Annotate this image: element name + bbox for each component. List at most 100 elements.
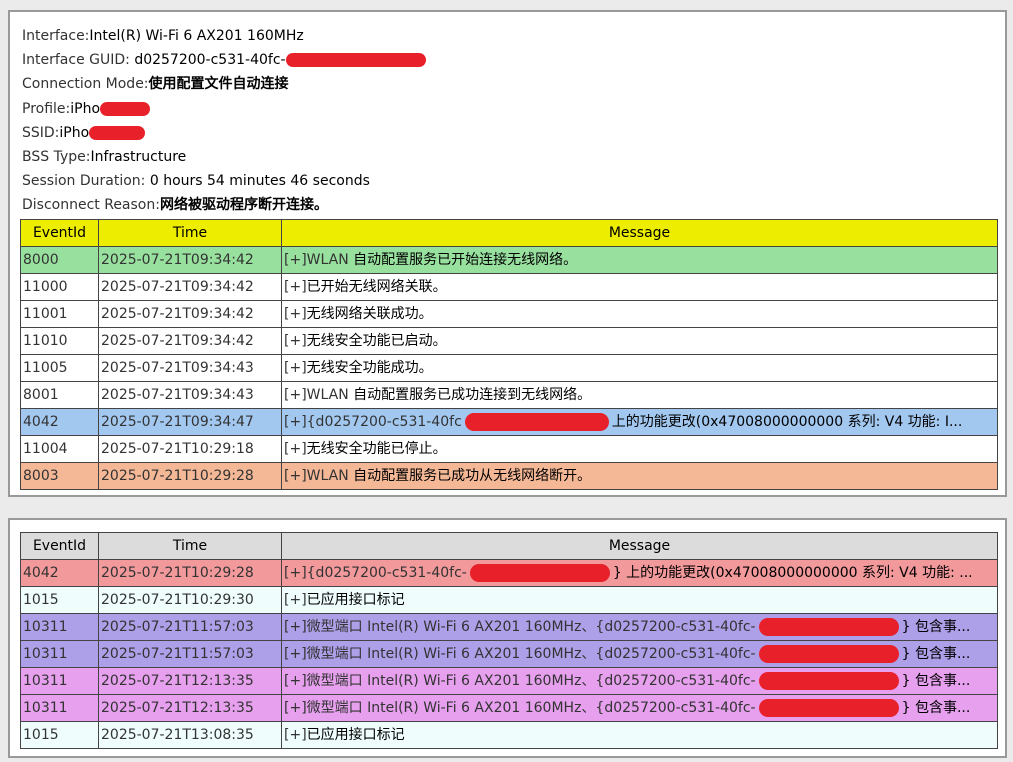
table-row[interactable]: 10311 2025-07-21T12:13:35 [+]微型端口 Intel(R)… [20,694,998,722]
event-table-1: EventId Time Message 8000 2025-07-21T09:3… [20,219,998,490]
message-prefix: [+]微型端口 Intel(R) Wi-Fi 6 AX201 160MHz、{d… [284,619,756,635]
table-row[interactable]: 1015 2025-07-21T10:29:30 [+]已应用接口标记 [20,586,998,614]
table-row[interactable]: 11001 2025-07-21T09:34:42 [+]无线网络关联成功。 [20,300,998,328]
info-line: BSS Type:Infrastructure [22,145,426,169]
cell-eventid: 11005 [20,354,99,382]
cell-message: [+]微型端口 Intel(R) Wi-Fi 6 AX201 160MHz、{d… [281,694,998,722]
info-line: Disconnect Reason:网络被驱动程序断开连接。 [22,193,426,217]
info-line: Profile:iPho [22,97,426,121]
cell-message: [+]WLAN 自动配置服务已成功连接到无线网络。 [281,381,998,409]
cell-time: 2025-07-21T11:57:03 [98,613,282,641]
cell-message: [+]{d0257200-c531-40fc 上的功能更改(0x470080000… [281,408,998,436]
message-text: } 包含事... [901,700,971,716]
cell-message: [+]无线安全功能成功。 [281,354,998,382]
col-header-eventid[interactable]: EventId [20,219,99,247]
table-row[interactable]: 8000 2025-07-21T09:34:42 [+]WLAN 自动配置服务已开始… [20,246,998,274]
cell-time: 2025-07-21T09:34:47 [98,408,282,436]
cell-message: [+]微型端口 Intel(R) Wi-Fi 6 AX201 160MHz、{d… [281,640,998,668]
cell-message: [+]WLAN 自动配置服务已开始连接无线网络。 [281,246,998,274]
col-header-time[interactable]: Time [98,532,282,560]
message-prefix: [+]微型端口 Intel(R) Wi-Fi 6 AX201 160MHz、{d… [284,673,756,689]
message-prefix: [+]WLAN [284,468,354,484]
cell-message: [+]无线网络关联成功。 [281,300,998,328]
cell-time: 2025-07-21T09:34:43 [98,354,282,382]
table-row[interactable]: 4042 2025-07-21T10:29:28 [+]{d0257200-c531… [20,559,998,587]
cell-time: 2025-07-21T11:57:03 [98,640,282,668]
event-table-2: EventId Time Message 4042 2025-07-21T10:2… [20,532,998,749]
table-row[interactable]: 1015 2025-07-21T13:08:35 [+]已应用接口标记 [20,721,998,749]
table-row[interactable]: 11010 2025-07-21T09:34:42 [+]无线安全功能已启动。 [20,327,998,355]
cell-message: [+]无线安全功能已启动。 [281,327,998,355]
cell-eventid: 11000 [20,273,99,301]
cell-time: 2025-07-21T10:29:30 [98,586,282,614]
message-prefix: [+]{d0257200-c531-40fc- [284,565,467,581]
table-header-row: EventId Time Message [20,532,998,560]
table-header-row: EventId Time Message [20,219,998,247]
table-row[interactable]: 10311 2025-07-21T11:57:03 [+]微型端口 Intel(R)… [20,613,998,641]
redaction-mark [758,645,899,663]
redaction-mark [100,101,151,116]
message-text: 已应用接口标记 [306,727,405,743]
message-text: 已应用接口标记 [306,592,405,608]
message-text: } 包含事... [901,646,971,662]
cell-eventid: 11010 [20,327,99,355]
col-header-message[interactable]: Message [281,532,998,560]
events-panel: EventId Time Message 4042 2025-07-21T10:2… [8,518,1007,758]
cell-message: [+]微型端口 Intel(R) Wi-Fi 6 AX201 160MHz、{d… [281,667,998,695]
cell-time: 2025-07-21T09:34:42 [98,327,282,355]
cell-message: [+]微型端口 Intel(R) Wi-Fi 6 AX201 160MHz、{d… [281,613,998,641]
message-prefix: [+] [284,592,307,608]
cell-eventid: 4042 [20,408,99,436]
cell-message: [+]{d0257200-c531-40fc- } 上的功能更改(0x470080… [281,559,998,587]
table-row[interactable]: 8003 2025-07-21T10:29:28 [+]WLAN 自动配置服务已成功… [20,462,998,490]
interface-info: Interface:Intel(R) Wi-Fi 6 AX201 160MHz I… [22,24,426,218]
redaction-mark [758,672,899,690]
col-header-message[interactable]: Message [281,219,998,247]
table-row[interactable]: 4042 2025-07-21T09:34:47 [+]{d0257200-c531… [20,408,998,436]
cell-eventid: 8001 [20,381,99,409]
col-header-eventid[interactable]: EventId [20,532,99,560]
table-row[interactable]: 8001 2025-07-21T09:34:43 [+]WLAN 自动配置服务已成功… [20,381,998,409]
message-text: 已开始无线网络关联。 [306,279,447,295]
cell-eventid: 8000 [20,246,99,274]
info-value: Intel(R) Wi-Fi 6 AX201 160MHz [89,28,304,44]
cell-message: [+]无线安全功能已停止。 [281,435,998,463]
cell-time: 2025-07-21T10:29:28 [98,462,282,490]
cell-eventid: 10311 [20,640,99,668]
table-row[interactable]: 11000 2025-07-21T09:34:42 [+]已开始无线网络关联。 [20,273,998,301]
message-prefix: [+]WLAN [284,387,354,403]
message-text: } 包含事... [901,673,971,689]
info-label: Disconnect Reason: [22,197,160,214]
cell-time: 2025-07-21T09:34:42 [98,246,282,274]
cell-time: 2025-07-21T12:13:35 [98,694,282,722]
cell-message: [+]已应用接口标记 [281,721,998,749]
message-prefix: [+]微型端口 Intel(R) Wi-Fi 6 AX201 160MHz、{d… [284,646,756,662]
redaction-mark [758,618,899,636]
message-text: 无线安全功能成功。 [306,360,433,376]
message-text: 无线网络关联成功。 [306,306,433,322]
info-line: SSID:iPho [22,121,426,145]
info-value: iPho [59,124,90,141]
cell-time: 2025-07-21T10:29:18 [98,435,282,463]
cell-message: [+]已应用接口标记 [281,586,998,614]
message-text: } 包含事... [901,619,971,635]
cell-message: [+]已开始无线网络关联。 [281,273,998,301]
col-header-time[interactable]: Time [98,219,282,247]
message-prefix: [+] [284,306,307,322]
info-value: 0 hours 54 minutes 46 seconds [149,173,370,190]
message-text: 自动配置服务已成功连接到无线网络。 [353,387,592,403]
table-row[interactable]: 11004 2025-07-21T10:29:18 [+]无线安全功能已停止。 [20,435,998,463]
info-value: Infrastructure [90,148,187,165]
redaction-mark [89,125,146,140]
info-label: BSS Type: [22,148,91,165]
table-row[interactable]: 11005 2025-07-21T09:34:43 [+]无线安全功能成功。 [20,354,998,382]
info-value: 网络被驱动程序断开连接。 [159,197,328,214]
redaction-mark [469,564,610,582]
table-row[interactable]: 10311 2025-07-21T11:57:03 [+]微型端口 Intel(R)… [20,640,998,668]
info-line: Interface GUID: d0257200-c531-40fc- [22,48,426,72]
info-value: iPho [70,100,101,117]
message-text: } 上的功能更改(0x47008000000000 系列: V4 功能: ... [612,565,973,581]
cell-eventid: 10311 [20,667,99,695]
cell-eventid: 11001 [20,300,99,328]
table-row[interactable]: 10311 2025-07-21T12:13:35 [+]微型端口 Intel(R)… [20,667,998,695]
